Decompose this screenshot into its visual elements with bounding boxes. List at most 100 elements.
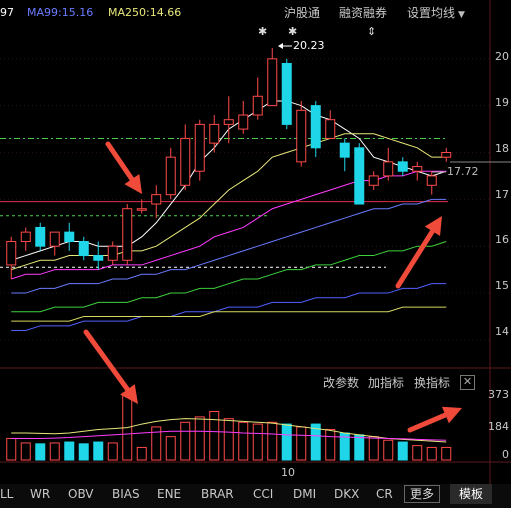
volume-bar	[93, 441, 104, 461]
volume-bar	[267, 421, 278, 461]
volume-bar	[368, 436, 379, 461]
candle-body	[223, 119, 234, 125]
volume-bar	[412, 445, 423, 461]
candle-body	[180, 137, 191, 186]
volume-bar	[64, 441, 75, 461]
volume-bar	[354, 434, 365, 461]
last-price-label: 17.72	[447, 165, 479, 178]
close-icon[interactable]: ✕	[460, 375, 475, 390]
candle-body	[136, 208, 147, 211]
candle-body	[325, 119, 336, 139]
star-marker-icon: ✱	[288, 25, 298, 38]
volume-bar	[165, 436, 176, 461]
volume-bar	[252, 423, 263, 461]
volume-bar	[325, 428, 336, 461]
volume-bar	[20, 442, 31, 461]
volume-bar	[180, 421, 191, 461]
tab-cci[interactable]: CCI	[253, 487, 273, 501]
tab-obv[interactable]: OBV	[68, 487, 94, 501]
volume-bar	[397, 441, 408, 461]
volume-bar	[194, 416, 205, 461]
edit-params-button[interactable]: 改参数	[323, 374, 359, 391]
more-button[interactable]: 更多	[404, 485, 440, 503]
candle-body	[252, 95, 263, 116]
add-indicator-button[interactable]: 加指标	[368, 374, 404, 391]
tab-bias[interactable]: BIAS	[112, 487, 140, 501]
annotation-arrow-icon	[395, 216, 442, 289]
ma99-legend-item: MA99:15.16	[27, 6, 94, 19]
ma-legend-item: 97	[0, 6, 14, 19]
kline-chart[interactable]	[0, 0, 511, 484]
candle-body	[281, 62, 292, 125]
candle-body	[165, 156, 176, 196]
tab-brar[interactable]: BRAR	[201, 487, 234, 501]
arrow-shaft	[83, 329, 132, 394]
volume-bar	[383, 439, 394, 461]
volume-bar	[238, 421, 249, 461]
candle-body	[64, 231, 75, 243]
ma250-legend-item: MA250:14.66	[108, 6, 182, 19]
reference-lines	[0, 137, 448, 268]
price-tick: 19	[495, 96, 509, 109]
event-marker-icon: ⇕	[367, 25, 377, 38]
candle-body	[20, 231, 31, 243]
candle-body	[238, 114, 249, 130]
candle-body	[441, 151, 452, 158]
candlesticks	[6, 48, 452, 279]
candle-body	[194, 123, 205, 172]
volume-bar	[426, 446, 437, 461]
volume-bar	[310, 423, 321, 461]
candle-body	[151, 194, 162, 205]
ma-line	[11, 241, 447, 313]
annotation-arrow-icon	[105, 141, 142, 194]
ma-line	[11, 170, 447, 280]
candle-body	[310, 105, 321, 149]
candle-body	[368, 175, 379, 186]
set-ma-button[interactable]: 设置均线 ▼	[407, 4, 465, 21]
volume-bar	[49, 442, 60, 461]
candle-body	[107, 245, 118, 261]
volume-bar	[209, 411, 220, 461]
volume-bar	[6, 437, 17, 461]
volume-bar	[35, 443, 46, 461]
tab-ll[interactable]: LL	[0, 487, 13, 501]
template-button[interactable]: 模板	[450, 484, 492, 504]
hk-connect-button[interactable]: 沪股通	[284, 4, 320, 21]
candle-body	[354, 147, 365, 205]
candle-body	[35, 226, 46, 247]
candle-body	[426, 175, 437, 186]
candle-body	[339, 142, 350, 158]
candle-body	[397, 161, 408, 172]
candle-body	[267, 58, 278, 107]
set-ma-label: 设置均线	[407, 6, 456, 20]
ma-line	[11, 306, 447, 322]
price-tick: 16	[495, 233, 509, 246]
date-tick: 10	[281, 466, 295, 479]
candle-body	[6, 241, 17, 266]
high-price-pointer-head	[278, 43, 283, 49]
candle-body	[93, 255, 104, 261]
tab-dkx[interactable]: DKX	[334, 487, 359, 501]
price-tick: 15	[495, 279, 509, 292]
tab-wr[interactable]: WR	[30, 487, 50, 501]
volume-bars	[6, 392, 452, 461]
volume-bar	[441, 446, 452, 461]
star-marker-icon: ✱	[258, 25, 268, 38]
annotation-arrow-icon	[407, 406, 462, 433]
tab-dmi[interactable]: DMI	[293, 487, 316, 501]
volume-bar	[78, 443, 89, 461]
price-tick: 20	[495, 50, 509, 63]
volume-tick: 373	[488, 388, 509, 401]
margin-trading-button[interactable]: 融资融券	[339, 4, 387, 21]
arrow-shaft	[407, 411, 450, 433]
volume-tick: 0	[502, 448, 509, 461]
candle-body	[78, 241, 89, 257]
volume-bar	[107, 442, 118, 461]
arrow-shaft	[105, 141, 136, 184]
candle-body	[209, 123, 220, 144]
tab-ene[interactable]: ENE	[157, 487, 181, 501]
candle-body	[383, 161, 394, 177]
switch-indicator-button[interactable]: 换指标	[414, 374, 450, 391]
price-tick: 14	[495, 325, 509, 338]
tab-cr[interactable]: CR	[376, 487, 393, 501]
